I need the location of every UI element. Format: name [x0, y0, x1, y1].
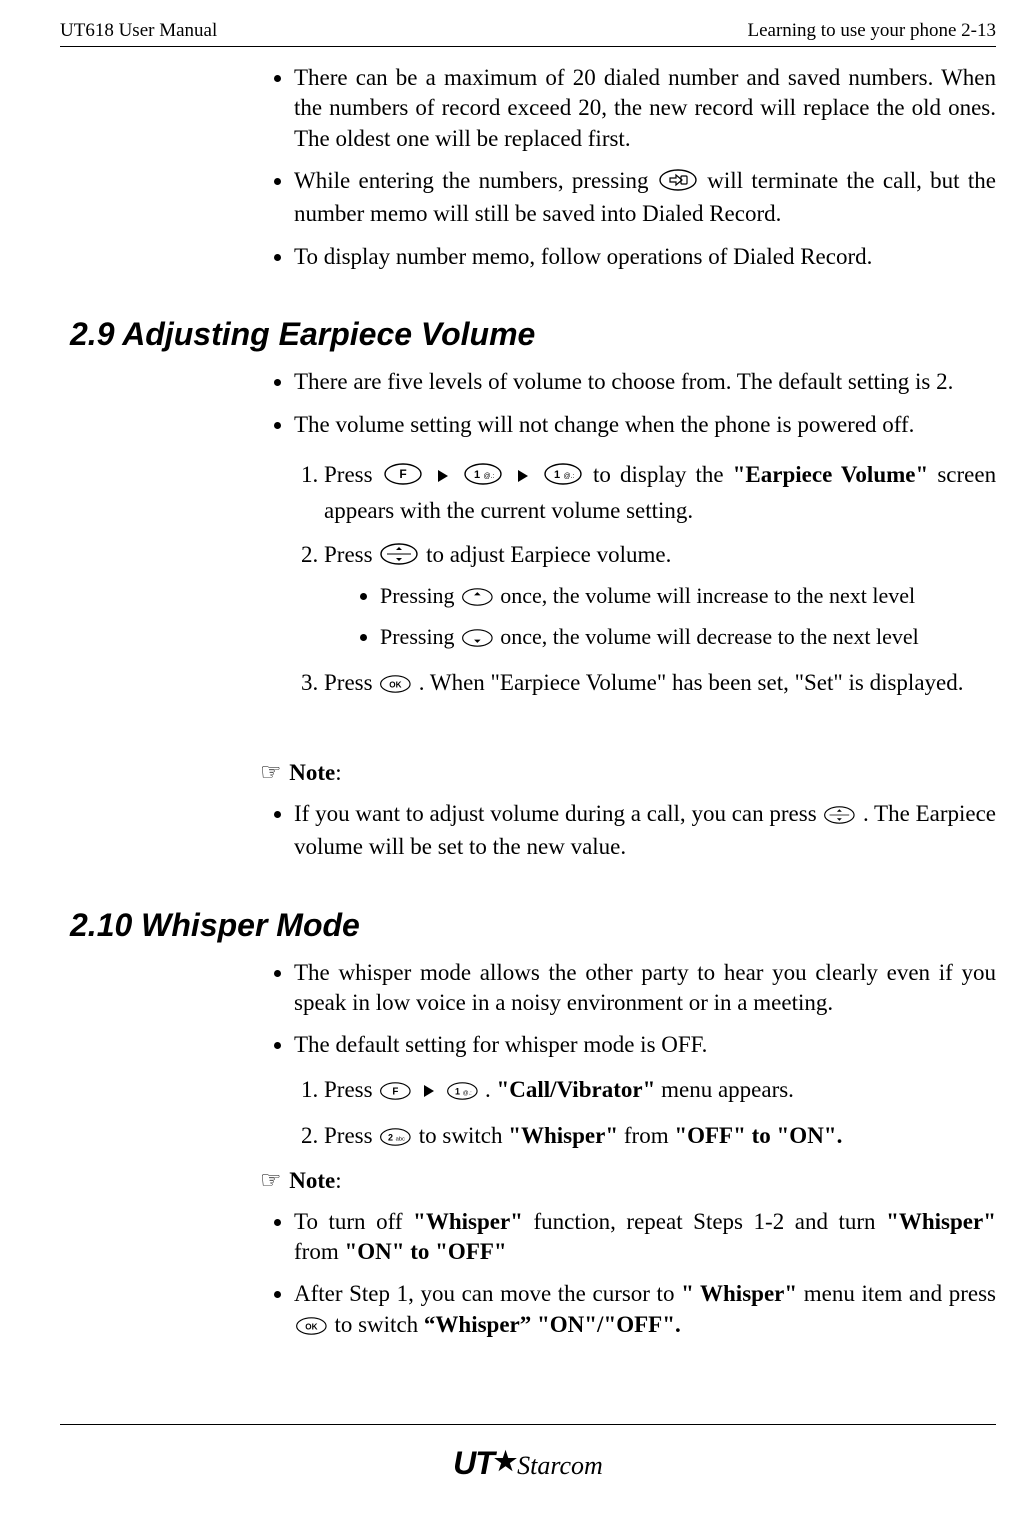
sec29-intro-1: There are five levels of volume to choos… [294, 367, 996, 397]
sec210-intro-1: The whisper mode allows the other party … [294, 958, 996, 1019]
svg-text:1: 1 [454, 1086, 459, 1096]
top-bullet-list: There can be a maximum of 20 dialed numb… [260, 63, 996, 272]
arrow-icon [438, 470, 448, 482]
top-bullet-1: There can be a maximum of 20 dialed numb… [294, 63, 996, 154]
sec29-step3: Press OK . When "Earpiece Volume" has be… [324, 666, 996, 702]
svg-text:@.:: @.: [483, 473, 494, 480]
sec29-note-list: If you want to adjust volume during a ca… [260, 799, 996, 863]
sec210-note-list: To turn off "Whisper" function, repeat S… [260, 1207, 996, 1343]
sec210-note-b1: To turn off "Whisper" function, repeat S… [294, 1207, 996, 1268]
pointing-hand-icon: ☞ [260, 760, 282, 786]
section-2-9-title: 2.9 Adjusting Earpiece Volume [70, 316, 996, 353]
svg-text:1: 1 [474, 469, 480, 481]
two-key-icon: 2abc [379, 1122, 412, 1155]
up-key-icon [461, 583, 494, 615]
one-key-icon: 1@.: [446, 1076, 479, 1109]
one-key-icon: 1@.: [543, 461, 583, 494]
svg-text:2: 2 [388, 1132, 393, 1142]
sec29-step2-sub1: Pressing once, the volume will increase … [380, 580, 996, 615]
ok-key-icon: OK [295, 1313, 328, 1343]
sec210-intro-2: The default setting for whisper mode is … [294, 1030, 996, 1060]
sec210-intro-list: The whisper mode allows the other party … [260, 958, 996, 1061]
sec210-step2: Press 2abc to switch "Whisper" from "OFF… [324, 1119, 996, 1155]
svg-text:@.:: @.: [563, 473, 574, 480]
svg-text:OK: OK [390, 680, 402, 689]
svg-text:@.:: @.: [462, 1090, 471, 1096]
sec29-steps: Press F 1@.: 1@.: to display the "Earpie… [260, 458, 996, 702]
svg-text:F: F [399, 467, 406, 481]
f-key-icon: F [383, 461, 423, 494]
sec29-note: ☞ Note: [260, 758, 996, 787]
f-key-icon: F [379, 1076, 412, 1109]
header-right: Learning to use your phone 2-13 [747, 20, 996, 42]
down-key-icon [461, 624, 494, 656]
top-bullet-3: To display number memo, follow operation… [294, 242, 996, 272]
sec29-step2-sub2: Pressing once, the volume will decrease … [380, 621, 996, 656]
pointing-hand-icon: ☞ [260, 1168, 282, 1194]
sec210-note: ☞ Note: [260, 1166, 996, 1195]
svg-text:F: F [393, 1086, 399, 1097]
sec210-note-b2: After Step 1, you can move the cursor to… [294, 1279, 996, 1343]
svg-text:1: 1 [554, 469, 560, 481]
end-key-icon [658, 169, 698, 199]
sec29-intro-2: The volume setting will not change when … [294, 410, 996, 440]
utstarcom-logo: UT★Starcom [60, 1445, 996, 1482]
sec29-intro-list: There are five levels of volume to choos… [260, 367, 996, 440]
sec29-step1: Press F 1@.: 1@.: to display the "Earpie… [324, 458, 996, 528]
nav-key-icon [379, 541, 419, 574]
svg-text:abc: abc [396, 1136, 405, 1142]
section-2-10-title: 2.10 Whisper Mode [70, 907, 996, 944]
arrow-icon [424, 1085, 434, 1097]
sec29-step2-sub: Pressing once, the volume will increase … [324, 580, 996, 656]
sec29-note-bullet: If you want to adjust volume during a ca… [294, 799, 996, 863]
header-left: UT618 User Manual [60, 20, 217, 42]
star-icon: ★ [494, 1447, 517, 1476]
sec210-step1: Press F 1@.: . "Call/Vibrator" menu appe… [324, 1073, 996, 1109]
arrow-icon [518, 470, 528, 482]
svg-text:OK: OK [305, 1322, 317, 1331]
one-key-icon: 1@.: [463, 461, 503, 494]
sec210-steps: Press F 1@.: . "Call/Vibrator" menu appe… [260, 1073, 996, 1156]
ok-key-icon: OK [379, 669, 412, 702]
sec29-step2: Press to adjust Earpiece volume. Pressin… [324, 538, 996, 656]
nav-key-icon [823, 802, 856, 832]
bottom-rule [60, 1424, 996, 1425]
top-rule [60, 46, 996, 47]
top-bullet-2: While entering the numbers, pressing wil… [294, 166, 996, 230]
